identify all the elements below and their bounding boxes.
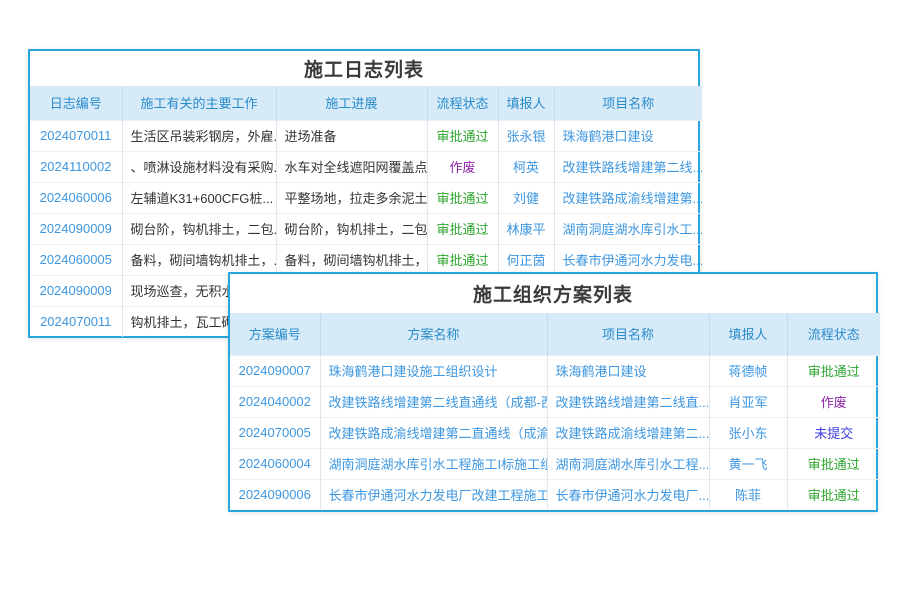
project-link[interactable]: 改建铁路线增建第二线直... bbox=[547, 386, 709, 417]
log-id-link[interactable]: 2024090009 bbox=[30, 213, 122, 244]
log-col-id: 日志编号 bbox=[30, 86, 122, 120]
plan-col-id: 方案编号 bbox=[230, 313, 320, 355]
reporter-link[interactable]: 何正茵 bbox=[498, 244, 554, 275]
status-badge: 未提交 bbox=[787, 417, 880, 448]
log-table-header-row: 日志编号 施工有关的主要工作 施工进展 流程状态 填报人 项目名称 bbox=[30, 86, 702, 120]
log-col-reporter: 填报人 bbox=[498, 86, 554, 120]
project-link[interactable]: 湖南洞庭湖水库引水工... bbox=[554, 213, 702, 244]
log-id-link[interactable]: 2024110002 bbox=[30, 151, 122, 182]
table-row: 2024060005 备料，砌间墙钩机排土，... 备料，砌间墙钩机排土，...… bbox=[30, 244, 702, 275]
plan-table-title: 施工组织方案列表 bbox=[230, 274, 876, 313]
project-link[interactable]: 改建铁路成渝线增建第... bbox=[554, 182, 702, 213]
reporter-link[interactable]: 张小东 bbox=[709, 417, 787, 448]
reporter-link[interactable]: 蒋德帧 bbox=[709, 355, 787, 386]
log-id-link[interactable]: 2024090009 bbox=[30, 275, 122, 306]
reporter-link[interactable]: 刘健 bbox=[498, 182, 554, 213]
log-id-link[interactable]: 2024060005 bbox=[30, 244, 122, 275]
log-col-status: 流程状态 bbox=[427, 86, 498, 120]
table-row: 2024090007 珠海鹤港口建设施工组织设计 珠海鹤港口建设 蒋德帧 审批通… bbox=[230, 355, 880, 386]
log-work-cell: 备料，砌间墙钩机排土，... bbox=[122, 244, 276, 275]
project-link[interactable]: 珠海鹤港口建设 bbox=[554, 120, 702, 151]
project-link[interactable]: 湖南洞庭湖水库引水工程... bbox=[547, 448, 709, 479]
status-badge: 作废 bbox=[427, 151, 498, 182]
reporter-link[interactable]: 林康平 bbox=[498, 213, 554, 244]
project-link[interactable]: 改建铁路成渝线增建第二... bbox=[547, 417, 709, 448]
status-badge: 作废 bbox=[787, 386, 880, 417]
log-col-project: 项目名称 bbox=[554, 86, 702, 120]
log-work-cell: 生活区吊装彩钢房，外雇... bbox=[122, 120, 276, 151]
reporter-link[interactable]: 陈菲 bbox=[709, 479, 787, 510]
project-link[interactable]: 长春市伊通河水力发电... bbox=[554, 244, 702, 275]
page: 施工日志列表 日志编号 施工有关的主要工作 施工进展 流程状态 填报人 项目名称… bbox=[0, 0, 900, 600]
log-table-title: 施工日志列表 bbox=[30, 51, 698, 86]
plan-table-header-row: 方案编号 方案名称 项目名称 填报人 流程状态 bbox=[230, 313, 880, 355]
log-progress-cell: 砌台阶，钩机排土，二包... bbox=[276, 213, 427, 244]
project-link[interactable]: 珠海鹤港口建设 bbox=[547, 355, 709, 386]
log-work-cell: 、喷淋设施材料没有采购... bbox=[122, 151, 276, 182]
log-id-link[interactable]: 2024060006 bbox=[30, 182, 122, 213]
status-badge: 审批通过 bbox=[427, 213, 498, 244]
plan-id-link[interactable]: 2024090007 bbox=[230, 355, 320, 386]
plan-id-link[interactable]: 2024090006 bbox=[230, 479, 320, 510]
log-progress-cell: 水车对全线遮阳网覆盖点... bbox=[276, 151, 427, 182]
table-row: 2024090009 砌台阶，钩机排土，二包... 砌台阶，钩机排土，二包...… bbox=[30, 213, 702, 244]
plan-name-link[interactable]: 改建铁路线增建第二线直通线（成都-西... bbox=[320, 386, 547, 417]
plan-id-link[interactable]: 2024070005 bbox=[230, 417, 320, 448]
project-link[interactable]: 改建铁路线增建第二线... bbox=[554, 151, 702, 182]
log-progress-cell: 备料，砌间墙钩机排土，... bbox=[276, 244, 427, 275]
reporter-link[interactable]: 张永银 bbox=[498, 120, 554, 151]
status-badge: 审批通过 bbox=[427, 120, 498, 151]
reporter-link[interactable]: 肖亚军 bbox=[709, 386, 787, 417]
log-col-progress: 施工进展 bbox=[276, 86, 427, 120]
log-id-link[interactable]: 2024070011 bbox=[30, 120, 122, 151]
construction-plan-panel: 施工组织方案列表 方案编号 方案名称 项目名称 填报人 流程状态 2024090… bbox=[228, 272, 878, 512]
plan-name-link[interactable]: 改建铁路成渝线增建第二直通线（成渝枢... bbox=[320, 417, 547, 448]
plan-table: 方案编号 方案名称 项目名称 填报人 流程状态 2024090007 珠海鹤港口… bbox=[230, 313, 880, 510]
status-badge: 审批通过 bbox=[787, 448, 880, 479]
plan-col-project: 项目名称 bbox=[547, 313, 709, 355]
status-badge: 审批通过 bbox=[787, 479, 880, 510]
log-progress-cell: 进场准备 bbox=[276, 120, 427, 151]
plan-col-reporter: 填报人 bbox=[709, 313, 787, 355]
table-row: 2024070011 生活区吊装彩钢房，外雇... 进场准备 审批通过 张永银 … bbox=[30, 120, 702, 151]
table-row: 2024070005 改建铁路成渝线增建第二直通线（成渝枢... 改建铁路成渝线… bbox=[230, 417, 880, 448]
table-row: 2024060004 湖南洞庭湖水库引水工程施工I标施工组织... 湖南洞庭湖水… bbox=[230, 448, 880, 479]
log-work-cell: 砌台阶，钩机排土，二包... bbox=[122, 213, 276, 244]
table-row: 2024040002 改建铁路线增建第二线直通线（成都-西... 改建铁路线增建… bbox=[230, 386, 880, 417]
plan-col-status: 流程状态 bbox=[787, 313, 880, 355]
status-badge: 审批通过 bbox=[787, 355, 880, 386]
plan-id-link[interactable]: 2024040002 bbox=[230, 386, 320, 417]
table-row: 2024060006 左辅道K31+600CFG桩... 平整场地，拉走多余泥土… bbox=[30, 182, 702, 213]
project-link[interactable]: 长春市伊通河水力发电厂... bbox=[547, 479, 709, 510]
table-row: 2024090006 长春市伊通河水力发电厂改建工程施工组... 长春市伊通河水… bbox=[230, 479, 880, 510]
reporter-link[interactable]: 柯英 bbox=[498, 151, 554, 182]
log-col-work: 施工有关的主要工作 bbox=[122, 86, 276, 120]
plan-name-link[interactable]: 珠海鹤港口建设施工组织设计 bbox=[320, 355, 547, 386]
status-badge: 审批通过 bbox=[427, 182, 498, 213]
plan-id-link[interactable]: 2024060004 bbox=[230, 448, 320, 479]
plan-col-name: 方案名称 bbox=[320, 313, 547, 355]
table-row: 2024110002 、喷淋设施材料没有采购... 水车对全线遮阳网覆盖点...… bbox=[30, 151, 702, 182]
reporter-link[interactable]: 黄一飞 bbox=[709, 448, 787, 479]
log-id-link[interactable]: 2024070011 bbox=[30, 306, 122, 337]
plan-name-link[interactable]: 湖南洞庭湖水库引水工程施工I标施工组织... bbox=[320, 448, 547, 479]
plan-name-link[interactable]: 长春市伊通河水力发电厂改建工程施工组... bbox=[320, 479, 547, 510]
status-badge: 审批通过 bbox=[427, 244, 498, 275]
log-progress-cell: 平整场地，拉走多余泥土... bbox=[276, 182, 427, 213]
log-work-cell: 左辅道K31+600CFG桩... bbox=[122, 182, 276, 213]
